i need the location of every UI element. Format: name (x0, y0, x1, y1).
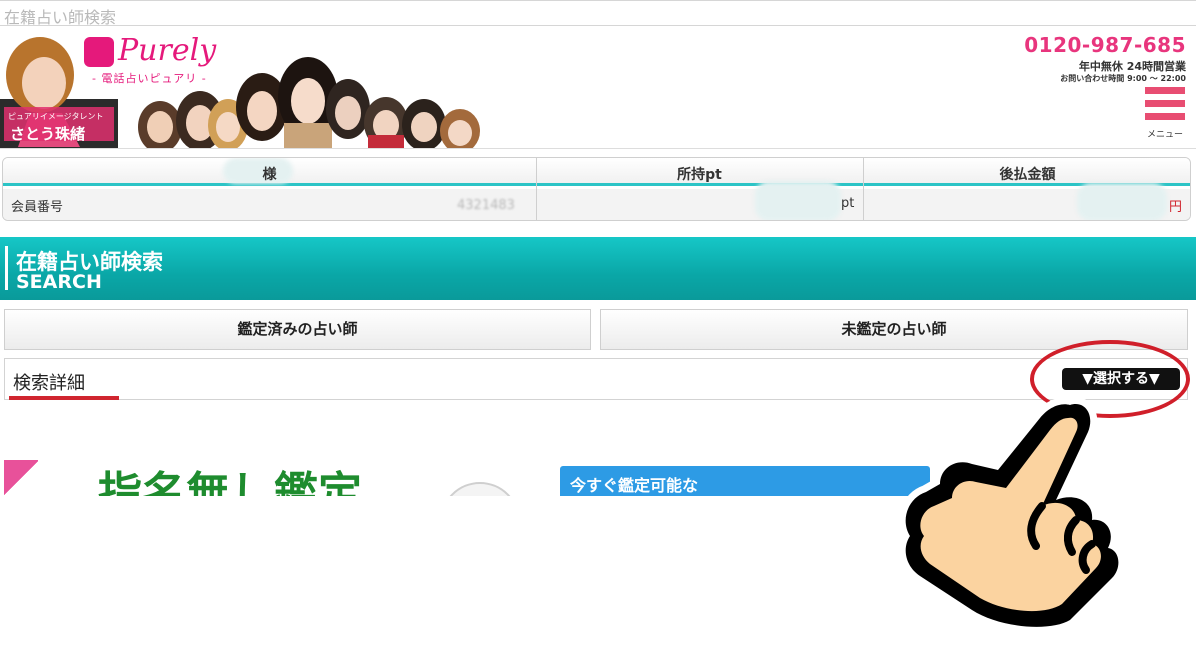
hero-banner-image: Purely - 電話占いピュアリ - ピュアリイメージタレント さとう珠緒 (0, 27, 480, 148)
talent-name: さとう珠緒 (10, 125, 86, 143)
available-now-panel: 今すぐ鑑定可能な (560, 466, 930, 496)
hamburger-icon (1145, 87, 1185, 94)
member-table-header: 様 所持pt 後払金額 (3, 158, 1190, 186)
logo-subtitle: - 電話占いピュアリ - (92, 72, 207, 85)
business-hours: 年中無休 24時間営業 (1078, 60, 1186, 73)
page-title-bar: 在籍占い師検索 (0, 0, 1196, 27)
search-detail-label: 検索詳細 (13, 373, 85, 394)
page-title: 在籍占い師検索 (4, 8, 117, 27)
column-divider (863, 158, 864, 220)
menu-label: メニュー (1146, 130, 1183, 140)
phone-number[interactable]: 0120-987-685 (1024, 33, 1186, 57)
pointing-hand-icon (880, 380, 1126, 634)
points-unit: pt (841, 196, 855, 211)
available-now-text: 今すぐ鑑定可能な (570, 476, 699, 495)
header-name-suffix: 様 (262, 167, 277, 183)
column-divider (536, 158, 537, 220)
logo-icon (84, 37, 114, 67)
member-table-row: 会員番号 4321483 pt 円 (3, 181, 1190, 220)
talent-label: ピュアリイメージタレント (8, 112, 104, 121)
member-no-value: 4321483 (457, 198, 515, 213)
search-detail-underline (9, 396, 119, 400)
logo-text[interactable]: Purely (118, 33, 216, 68)
member-info-table: 様 所持pt 後払金額 会員番号 4321483 pt 円 (2, 157, 1191, 221)
banner-heading: 指名無し鑑定 (98, 468, 362, 497)
member-no-label: 会員番号 (11, 200, 64, 215)
contact-hours: お問い合わせ時間 9:00 〜 22:00 (1060, 74, 1186, 83)
amount-unit: 円 (1169, 200, 1183, 215)
banner-corner (4, 460, 38, 496)
tab-consulted-fortune-tellers[interactable]: 鑑定済みの占い師 (4, 309, 591, 350)
hamburger-icon-bar (1145, 113, 1185, 120)
banner-circle (440, 482, 520, 496)
site-header: Purely - 電話占いピュアリ - ピュアリイメージタレント さとう珠緒 0… (0, 27, 1196, 149)
banner-accent (5, 246, 8, 290)
redacted-points (755, 181, 841, 220)
redacted-amount (1077, 183, 1167, 220)
header-postpaid: 後払金額 (999, 167, 1056, 183)
section-title-en: SEARCH (16, 271, 102, 293)
menu-button[interactable]: メニュー (1144, 87, 1186, 145)
section-banner: 在籍占い師検索 SEARCH (0, 237, 1196, 300)
hamburger-icon-bar (1145, 100, 1185, 107)
